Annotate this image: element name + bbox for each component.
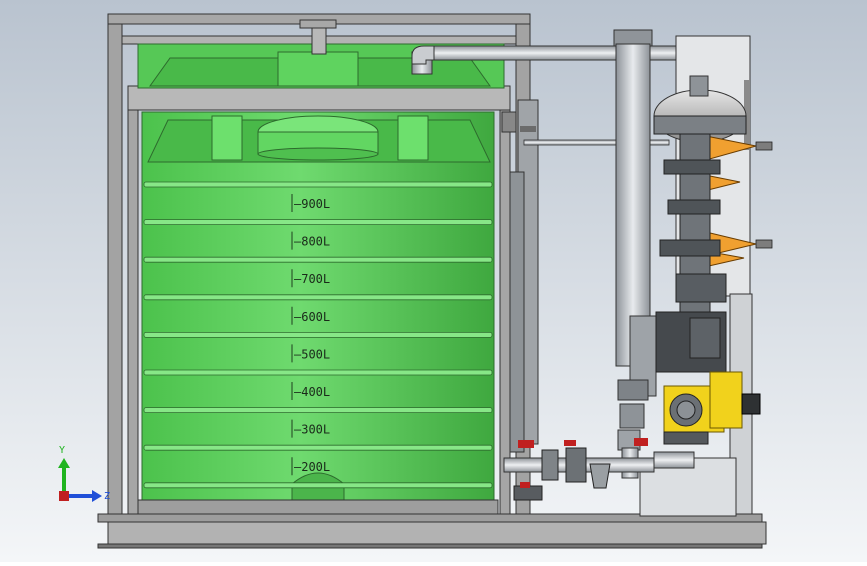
tank-rib (143, 331, 493, 338)
tank-rib (143, 294, 493, 301)
volume-mark-label: —700L (294, 272, 330, 286)
volume-mark-label: —300L (294, 423, 330, 437)
volume-mark-label: —500L (294, 347, 330, 361)
tank-rib (143, 482, 493, 489)
volume-mark-label: —600L (294, 310, 330, 324)
volume-mark-label: —200L (294, 460, 330, 474)
equipment-model: —900L —800L —700L —600L —500L —400L —300L —200L (0, 0, 867, 562)
y-axis-label: Y (59, 445, 65, 456)
volume-mark-label: —400L (294, 385, 330, 399)
volume-mark-label: —800L (294, 235, 330, 249)
tank-rib (143, 256, 493, 263)
tank-rib (143, 407, 493, 414)
z-axis-label: Z (104, 491, 110, 502)
tank-rib (143, 369, 493, 376)
tank-rib (143, 219, 493, 226)
valve-manifold (655, 133, 727, 373)
triad-origin (59, 491, 69, 501)
cad-viewport[interactable]: —900L —800L —700L —600L —500L —400L —300L —200L (0, 0, 867, 562)
tank-rib (143, 444, 493, 451)
volume-mark-label: —900L (294, 197, 330, 211)
tank-rib (143, 181, 493, 188)
